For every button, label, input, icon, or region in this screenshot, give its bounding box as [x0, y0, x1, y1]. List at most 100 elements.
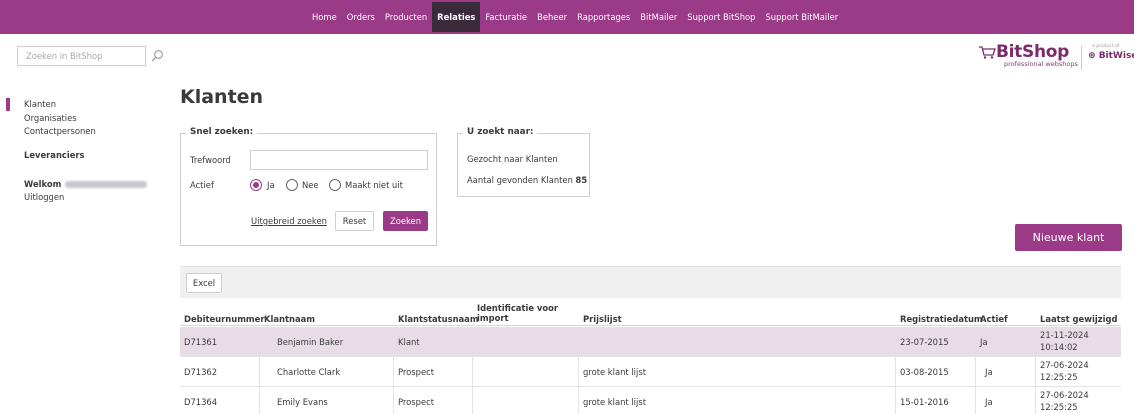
logo-product-of: a product of: [1092, 44, 1120, 49]
cell-debiteurnummer: D71361: [184, 337, 218, 347]
cell-klantstatusnaam: Prospect: [398, 367, 435, 377]
cell-actief: Ja: [980, 337, 988, 347]
search-summary-legend: U zoekt naar:: [463, 127, 538, 137]
nav-item-bitmailer[interactable]: BitMailer: [635, 0, 682, 34]
cell-laatst-gewijzigd-time: 10:14:02: [1040, 342, 1078, 352]
user-name-redacted: [65, 181, 148, 188]
actief-nee-label: Nee: [302, 180, 319, 190]
col-header-klantstatusnaam[interactable]: Klantstatusnaam: [398, 314, 479, 324]
col-header-prijslijst[interactable]: Prijslijst: [583, 314, 622, 324]
actief-ja-radio[interactable]: [250, 179, 262, 191]
column-divider: [895, 387, 896, 414]
cell-debiteurnummer: D71362: [184, 367, 218, 377]
searched-for-text: Gezocht naar Klanten: [467, 154, 558, 164]
sidebar-item-leveranciers[interactable]: Leveranciers: [24, 150, 85, 160]
column-divider: [393, 387, 394, 414]
cell-registratiedatum: 15-01-2016: [900, 397, 949, 407]
nav-item-support-bitshop[interactable]: Support BitShop: [682, 0, 760, 34]
column-divider: [975, 357, 976, 387]
actief-nee-radio[interactable]: [286, 179, 298, 191]
quick-search-panel: Snel zoeken: Trefwoord Actief Ja Nee Maa…: [180, 127, 437, 246]
cell-laatst-gewijzigd-date: 27-06-2024: [1040, 390, 1089, 400]
reset-button[interactable]: Reset: [335, 211, 374, 231]
column-divider: [1035, 357, 1036, 387]
table-row[interactable]: D71362 Charlotte Clark Prospect grote kl…: [180, 357, 1121, 387]
nav-item-orders[interactable]: Orders: [342, 0, 380, 34]
nav-item-home[interactable]: Home: [307, 0, 342, 34]
column-divider: [393, 357, 394, 387]
col-header-laatst-gewijzigd[interactable]: Laatst gewijzigd: [1040, 314, 1117, 324]
actief-maakt-niet-uit-radio[interactable]: [329, 179, 341, 191]
cell-prijslijst: grote klant lijst: [583, 397, 646, 407]
bitwise-label: BitWise: [1098, 51, 1134, 61]
search-input[interactable]: [17, 46, 146, 66]
col-header-registratiedatum[interactable]: Registratiedatum: [900, 314, 983, 324]
search-icon[interactable]: [150, 49, 164, 63]
cell-klantstatusnaam: Klant: [398, 337, 420, 347]
top-navigation: Home Orders Producten Relaties Facturati…: [0, 0, 1134, 34]
nav-item-producten[interactable]: Producten: [380, 0, 432, 34]
cell-actief: Ja: [985, 397, 993, 407]
column-divider: [1035, 387, 1036, 414]
result-count-text: Aantal gevonden Klanten 85: [467, 175, 587, 185]
col-header-debiteurnummer[interactable]: Debiteurnummer: [184, 314, 264, 324]
sidebar-item-organisaties[interactable]: Organisaties: [24, 113, 77, 123]
cell-klantstatusnaam: Prospect: [398, 397, 435, 407]
cart-icon: [978, 45, 996, 59]
logo-divider: [1081, 46, 1082, 70]
new-customer-button[interactable]: Nieuwe klant: [1015, 224, 1122, 251]
cell-klantnaam: Benjamin Baker: [277, 337, 344, 347]
nav-item-support-bitmailer[interactable]: Support BitMailer: [760, 0, 843, 34]
cell-laatst-gewijzigd-date: 21-11-2024: [1040, 330, 1089, 340]
bitshop-logo: BitShop professional webshops a product …: [978, 42, 1134, 72]
welcome-label: Welkom: [24, 179, 62, 189]
column-divider: [259, 387, 260, 414]
logo-tagline: professional webshops: [1004, 60, 1078, 68]
column-divider: [975, 387, 976, 414]
nav-menu: Home Orders Producten Relaties Facturati…: [307, 0, 843, 34]
advanced-search-link[interactable]: Uitgebreid zoeken: [251, 216, 327, 226]
column-divider: [578, 357, 579, 387]
actief-maakt-niet-uit-label: Maakt niet uit: [345, 180, 403, 190]
nav-item-relaties[interactable]: Relaties: [432, 2, 481, 32]
search-button[interactable]: Zoeken: [383, 211, 428, 231]
search-summary-panel: U zoekt naar: Gezocht naar Klanten Aanta…: [457, 127, 590, 197]
column-divider: [578, 387, 579, 414]
nav-item-beheer[interactable]: Beheer: [532, 0, 572, 34]
cell-klantnaam: Emily Evans: [277, 397, 328, 407]
table-header: Debiteurnummer Klantnaam Klantstatusnaam…: [180, 298, 1121, 326]
quick-search-legend: Snel zoeken:: [186, 127, 258, 137]
cell-registratiedatum: 03-08-2015: [900, 367, 949, 377]
cell-laatst-gewijzigd-time: 12:25:25: [1040, 372, 1078, 382]
column-divider: [472, 357, 473, 387]
trefwoord-label: Trefwoord: [190, 155, 231, 165]
sidebar-item-contactpersonen[interactable]: Contactpersonen: [24, 126, 96, 136]
bitwise-logo: ⊕ BitWise: [1088, 51, 1134, 61]
col-header-klantnaam[interactable]: Klantnaam: [264, 314, 315, 324]
table-row[interactable]: D71364 Emily Evans Prospect grote klant …: [180, 387, 1121, 414]
cell-laatst-gewijzigd-date: 27-06-2024: [1040, 360, 1089, 370]
nav-item-facturatie[interactable]: Facturatie: [480, 0, 532, 34]
cell-actief: Ja: [985, 367, 993, 377]
col-header-actief[interactable]: Actief: [980, 314, 1008, 324]
page-title: Klanten: [180, 86, 264, 108]
result-count-value: 85: [575, 175, 588, 185]
logo-brand: BitShop: [996, 42, 1070, 62]
result-count-label: Aantal gevonden Klanten: [467, 175, 573, 185]
nav-item-rapportages[interactable]: Rapportages: [572, 0, 635, 34]
table-toolbar: Excel: [180, 266, 1121, 298]
table-row[interactable]: D71361 Benjamin Baker Klant 23-07-2015 J…: [180, 327, 1121, 357]
column-divider: [472, 387, 473, 414]
sidebar-item-klanten[interactable]: Klanten: [24, 99, 56, 109]
column-divider: [895, 357, 896, 387]
cell-registratiedatum: 23-07-2015: [900, 337, 949, 347]
cell-klantnaam: Charlotte Clark: [277, 367, 341, 377]
actief-label: Actief: [190, 180, 214, 190]
col-header-identificatie-import[interactable]: Identificatie voor import: [477, 303, 561, 323]
logout-link[interactable]: Uitloggen: [24, 192, 64, 202]
cell-laatst-gewijzigd-time: 12:25:25: [1040, 402, 1078, 412]
excel-export-button[interactable]: Excel: [186, 273, 222, 293]
column-divider: [259, 357, 260, 387]
trefwoord-input[interactable]: [250, 150, 428, 170]
cell-debiteurnummer: D71364: [184, 397, 218, 407]
